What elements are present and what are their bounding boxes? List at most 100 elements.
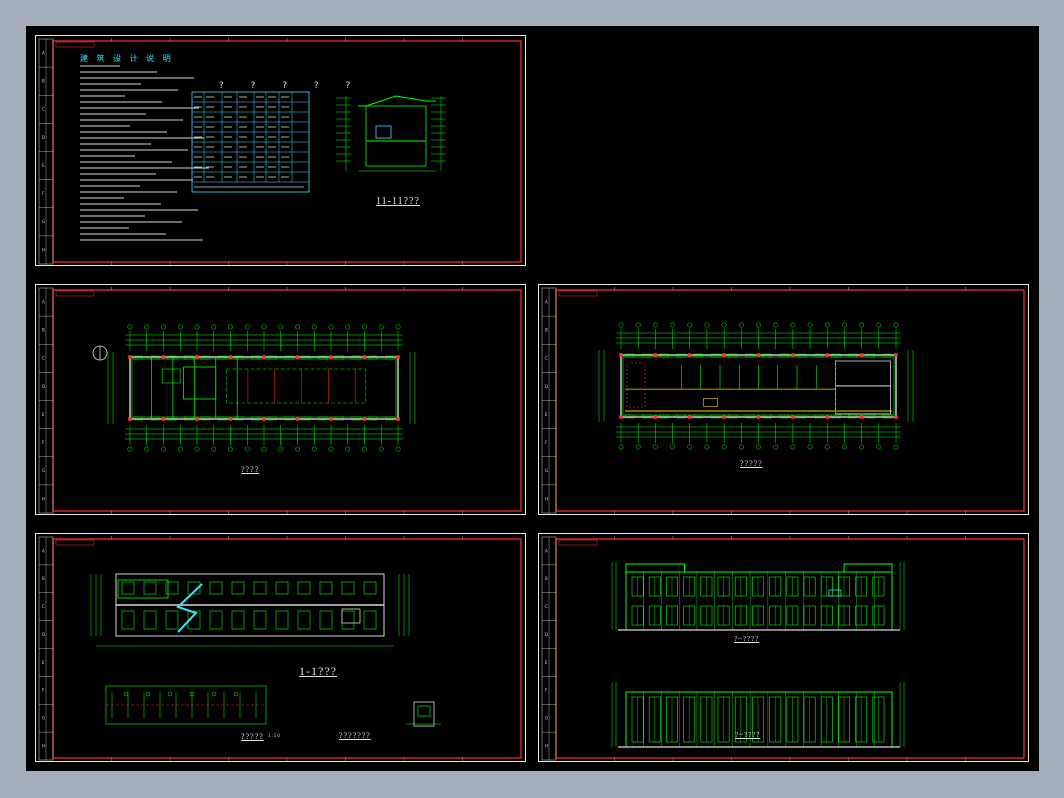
grid-bubble <box>278 446 284 452</box>
accent-window <box>828 589 842 597</box>
grid-bubble <box>311 446 317 452</box>
grid-bubble <box>261 324 267 330</box>
grid-mark: C <box>42 356 45 361</box>
grid-bubble <box>211 324 217 330</box>
grid-bubble <box>328 446 334 452</box>
detail-1-scale: 1:50 <box>268 734 281 739</box>
design-notes-heading: 建 筑 设 计 说 明 <box>80 54 174 63</box>
drawing-sheet-floor-plan-2[interactable]: A B C D E F G H ????? <box>538 284 1029 515</box>
drawing-sheet-section[interactable]: A B C D E F G H 1-1??? ????? 1:50 ??????? <box>35 533 526 762</box>
grid-bubble <box>194 446 200 452</box>
grid-bubble <box>670 322 676 328</box>
sheet-frame <box>52 538 522 759</box>
grid-mark: G <box>42 716 45 721</box>
grid-bubble <box>228 324 233 330</box>
grid-bubble <box>876 444 882 450</box>
sheet-stamp <box>55 539 95 546</box>
grid-bubble <box>652 444 658 450</box>
sheet-stamp <box>558 290 598 297</box>
grid-bubble <box>144 446 150 452</box>
grid-bubble <box>362 446 367 452</box>
grid-mark: D <box>42 384 45 389</box>
grid-bubble <box>378 446 384 452</box>
grid-mark: H <box>545 743 548 748</box>
floor-plan-title: ???? <box>241 465 260 474</box>
grid-bubble <box>721 322 727 328</box>
grid-mark: H <box>42 496 45 501</box>
grid-mark: F <box>42 440 45 445</box>
sheet-graphics: A B C D E F G H <box>38 536 522 761</box>
grid-bubble <box>859 322 865 328</box>
grid-bubble <box>859 444 865 450</box>
grid-bubble <box>311 324 317 330</box>
grid-mark: C <box>42 107 45 112</box>
grid-mark: B <box>545 328 548 333</box>
sheet-frame <box>52 40 522 263</box>
grid-bubble <box>756 322 761 328</box>
drawing-sheet-floor-plan-1[interactable]: A B C D E F G H ???? <box>35 284 526 515</box>
grid-mark: C <box>545 604 548 609</box>
grid-bubble <box>687 322 693 328</box>
grid-bubble <box>127 324 133 330</box>
grid-bubble <box>738 444 744 450</box>
grid-bubble <box>161 324 166 330</box>
grid-mark: D <box>545 632 548 637</box>
grid-mark: F <box>42 191 45 196</box>
grid-mark: E <box>42 163 45 168</box>
grid-bubble <box>704 444 710 450</box>
detail-1-title: ????? <box>241 732 264 741</box>
grid-mark: C <box>42 604 45 609</box>
section-drawing <box>365 105 427 167</box>
grid-bubble <box>635 444 641 450</box>
grid-bubble <box>824 322 830 328</box>
grid-mark: A <box>42 50 45 55</box>
sheet-graphics: A B C D E F G H <box>38 38 522 265</box>
elevation-outline <box>625 571 893 631</box>
grid-bubble <box>144 324 150 330</box>
sheet-graphics: A B C D E F G H <box>38 287 522 514</box>
sheet-graphics: A B C D E F G H <box>541 536 1025 761</box>
grid-bubble <box>790 322 796 328</box>
sheet-graphics: A B C D E F G H <box>541 287 1025 514</box>
door-window-table-header: ? ? ? ? ? <box>219 81 363 91</box>
grid-bubble <box>295 446 300 452</box>
grid-bubble <box>756 444 761 450</box>
grid-bubble <box>618 444 624 450</box>
elevation-2-title: ?~???? <box>735 731 761 739</box>
grid-bubble <box>893 322 899 328</box>
drawing-sheet-elevations[interactable]: A B C D E F G H ?~???? ?~???? <box>538 533 1029 762</box>
detail-2-drawing <box>413 701 435 727</box>
floor-plan-2-title: ????? <box>740 459 763 468</box>
grid-mark: E <box>42 412 45 417</box>
grid-mark: D <box>545 384 548 389</box>
grid-mark: C <box>545 356 548 361</box>
grid-bubble <box>228 446 233 452</box>
grid-mark: B <box>42 328 45 333</box>
grid-mark: D <box>42 135 45 140</box>
sheet-frame <box>555 289 1025 512</box>
grid-bubble <box>161 446 166 452</box>
grid-mark: A <box>42 299 45 304</box>
plan-outline <box>129 356 399 420</box>
grid-mark: B <box>545 576 548 581</box>
grid-bubble <box>395 446 401 452</box>
grid-bubble <box>261 446 267 452</box>
grid-mark: F <box>42 688 45 693</box>
grid-mark: F <box>545 688 548 693</box>
grid-bubble <box>194 324 200 330</box>
grid-mark: D <box>42 632 45 637</box>
section-1-1-title: 1-1??? <box>299 664 337 678</box>
drawing-sheet-design-notes[interactable]: A B C D E F G H 建 筑 设 计 说 明 ? ? ? ? ? 11-11??? <box>35 35 526 266</box>
grid-mark: G <box>545 468 548 473</box>
grid-mark: H <box>545 496 548 501</box>
grid-mark: E <box>545 660 548 665</box>
grid-bubble <box>362 324 367 330</box>
grid-bubble <box>635 322 641 328</box>
grid-bubble <box>807 322 813 328</box>
grid-mark: A <box>545 548 548 553</box>
grid-bubble <box>127 446 133 452</box>
drawing-viewport[interactable]: ABCDEFGH 建 筑 设 计 说 明 ? ? ? ? ? 11-11??? … <box>26 26 1039 771</box>
grid-mark: F <box>545 440 548 445</box>
grid-mark: B <box>42 79 45 84</box>
grid-bubble <box>378 324 384 330</box>
